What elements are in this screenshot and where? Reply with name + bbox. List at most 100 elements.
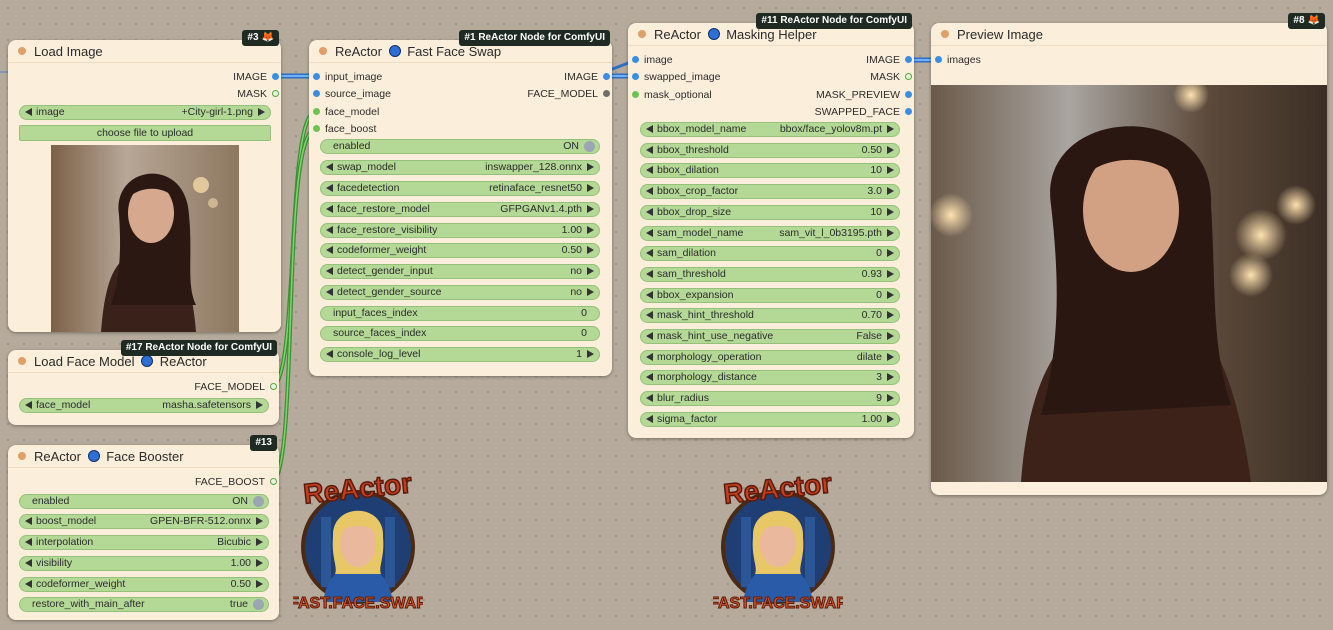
toggle-knob[interactable] (584, 141, 595, 152)
source-faces-index-field[interactable]: source_faces_index 0 (320, 326, 600, 341)
arrow-left-icon[interactable] (646, 166, 653, 175)
input-face-boost[interactable]: face_boost (313, 122, 376, 136)
input-image[interactable]: image (632, 53, 673, 67)
arrow-right-icon[interactable] (256, 559, 263, 567)
toggle-knob[interactable] (253, 599, 264, 610)
arrow-left-icon[interactable] (646, 373, 653, 382)
arrow-left-icon[interactable] (646, 269, 653, 278)
upload-button[interactable]: choose file to upload (19, 125, 271, 141)
arrow-right-icon[interactable] (887, 187, 894, 196)
node-title[interactable]: ReActor Masking Helper (628, 23, 914, 46)
image-select[interactable]: image +City-girl-1.png (19, 105, 271, 120)
arrow-left-icon[interactable] (326, 350, 333, 358)
arrow-left-icon[interactable] (646, 290, 653, 299)
arrow-right-icon[interactable] (887, 207, 894, 216)
arrow-right-icon[interactable] (587, 226, 594, 234)
preview-image-node[interactable]: #8 🦊 Preview Image images (931, 13, 1327, 495)
arrow-left-icon[interactable] (646, 311, 653, 320)
arrow-right-icon[interactable] (587, 205, 594, 213)
input-faces-index-field[interactable]: input_faces_index 0 (320, 306, 600, 321)
input-images[interactable]: images (935, 53, 981, 67)
arrow-left-icon[interactable] (25, 580, 32, 588)
arrow-left-icon[interactable] (326, 267, 333, 275)
input-input-image[interactable]: input_image (313, 70, 382, 84)
interpolation-select[interactable]: interpolation Bicubic (19, 535, 269, 550)
arrow-right-icon[interactable] (887, 166, 894, 175)
masking-widget-mask-hint-threshold[interactable]: mask_hint_threshold 0.70 (640, 308, 900, 324)
codeformer-weight-number[interactable]: codeformer_weight 0.50 (19, 577, 269, 592)
swap-model-select[interactable]: swap_model inswapper_128.onnx (320, 160, 600, 175)
restore-with-main-after-toggle[interactable]: restore_with_main_after true (19, 597, 269, 612)
node-title[interactable]: ReActor Fast Face Swap (309, 40, 612, 63)
arrow-left-icon[interactable] (646, 414, 653, 423)
arrow-left-icon[interactable] (646, 207, 653, 216)
arrow-right-icon[interactable] (887, 145, 894, 154)
output-mask[interactable]: MASK (870, 70, 912, 84)
masking-helper-node[interactable]: #11 ReActor Node for ComfyUI ReActor Mas… (628, 13, 914, 438)
arrow-right-icon[interactable] (587, 184, 594, 192)
arrow-right-icon[interactable] (887, 290, 894, 299)
masking-widget-bbox-expansion[interactable]: bbox_expansion 0 (640, 287, 900, 303)
detect-gender-input-select[interactable]: detect_gender_input no (320, 264, 600, 279)
arrow-right-icon[interactable] (256, 538, 263, 546)
visibility-number[interactable]: visibility 1.00 (19, 556, 269, 571)
output-image[interactable]: IMAGE (866, 53, 912, 67)
enabled-toggle[interactable]: enabled ON (320, 139, 600, 154)
arrow-right-icon[interactable] (887, 228, 894, 237)
output-mask-preview[interactable]: MASK_PREVIEW (816, 88, 912, 102)
codeformer-weight-number[interactable]: codeformer_weight 0.50 (320, 243, 600, 258)
detect-gender-source-select[interactable]: detect_gender_source no (320, 285, 600, 300)
arrow-left-icon[interactable] (326, 163, 333, 171)
arrow-left-icon[interactable] (25, 108, 32, 116)
arrow-right-icon[interactable] (256, 401, 263, 409)
output-face-boost[interactable]: FACE_BOOST (195, 475, 277, 489)
masking-widget-sam-model-name[interactable]: sam_model_name sam_vit_l_0b3195.pth (640, 225, 900, 241)
face-booster-node[interactable]: #13 ReActor Face Booster FACE_BOOST enab… (8, 435, 279, 620)
masking-widget-sam-threshold[interactable]: sam_threshold 0.93 (640, 266, 900, 282)
enabled-toggle[interactable]: enabled ON (19, 494, 269, 509)
output-swapped-face[interactable]: SWAPPED_FACE (815, 105, 912, 119)
masking-widget-morphology-distance[interactable]: morphology_distance 3 (640, 370, 900, 386)
masking-widget-bbox-drop-size[interactable]: bbox_drop_size 10 (640, 204, 900, 220)
masking-widget-mask-hint-use-negative[interactable]: mask_hint_use_negative False (640, 329, 900, 344)
arrow-left-icon[interactable] (25, 559, 32, 567)
input-source-image[interactable]: source_image (313, 87, 391, 101)
masking-widget-bbox-model-name[interactable]: bbox_model_name bbox/face_yolov8m.pt (640, 122, 900, 137)
output-image[interactable]: IMAGE (564, 70, 610, 84)
output-mask[interactable]: MASK (237, 87, 279, 101)
collapse-dot[interactable] (638, 30, 646, 38)
output-image[interactable]: IMAGE (233, 70, 279, 84)
load-image-node[interactable]: #3 🦊 Load Image IMAGE MASK image +City-gir… (8, 30, 281, 332)
collapse-dot[interactable] (319, 47, 327, 55)
arrow-right-icon[interactable] (887, 249, 894, 258)
arrow-left-icon[interactable] (326, 288, 333, 296)
node-title[interactable]: Load Face Model ReActor (8, 350, 279, 373)
facedetection-select[interactable]: facedetection retinaface_resnet50 (320, 181, 600, 196)
load-face-model-node[interactable]: #17 ReActor Node for ComfyUI Load Face M… (8, 340, 279, 425)
arrow-right-icon[interactable] (887, 311, 894, 320)
arrow-right-icon[interactable] (887, 373, 894, 382)
output-face-model[interactable]: FACE_MODEL (527, 87, 610, 101)
node-title[interactable]: ReActor Face Booster (8, 445, 279, 468)
arrow-left-icon[interactable] (646, 352, 653, 361)
collapse-dot[interactable] (941, 30, 949, 38)
face-model-select[interactable]: face_model masha.safetensors (19, 398, 269, 413)
masking-widget-bbox-crop-factor[interactable]: bbox_crop_factor 3.0 (640, 184, 900, 200)
arrow-right-icon[interactable] (887, 125, 894, 133)
output-face-model[interactable]: FACE_MODEL (194, 380, 277, 394)
masking-widget-blur-radius[interactable]: blur_radius 9 (640, 391, 900, 407)
arrow-left-icon[interactable] (326, 205, 333, 213)
collapse-dot[interactable] (18, 452, 26, 460)
arrow-left-icon[interactable] (646, 228, 653, 237)
face-restore-visibility-number[interactable]: face_restore_visibility 1.00 (320, 223, 600, 238)
arrow-right-icon[interactable] (258, 108, 265, 116)
arrow-left-icon[interactable] (326, 226, 333, 234)
masking-widget-bbox-threshold[interactable]: bbox_threshold 0.50 (640, 142, 900, 158)
arrow-left-icon[interactable] (646, 249, 653, 258)
arrow-left-icon[interactable] (25, 538, 32, 546)
masking-widget-morphology-operation[interactable]: morphology_operation dilate (640, 349, 900, 365)
arrow-left-icon[interactable] (326, 246, 333, 254)
arrow-right-icon[interactable] (587, 163, 594, 171)
toggle-knob[interactable] (253, 496, 264, 507)
collapse-dot[interactable] (18, 357, 26, 365)
